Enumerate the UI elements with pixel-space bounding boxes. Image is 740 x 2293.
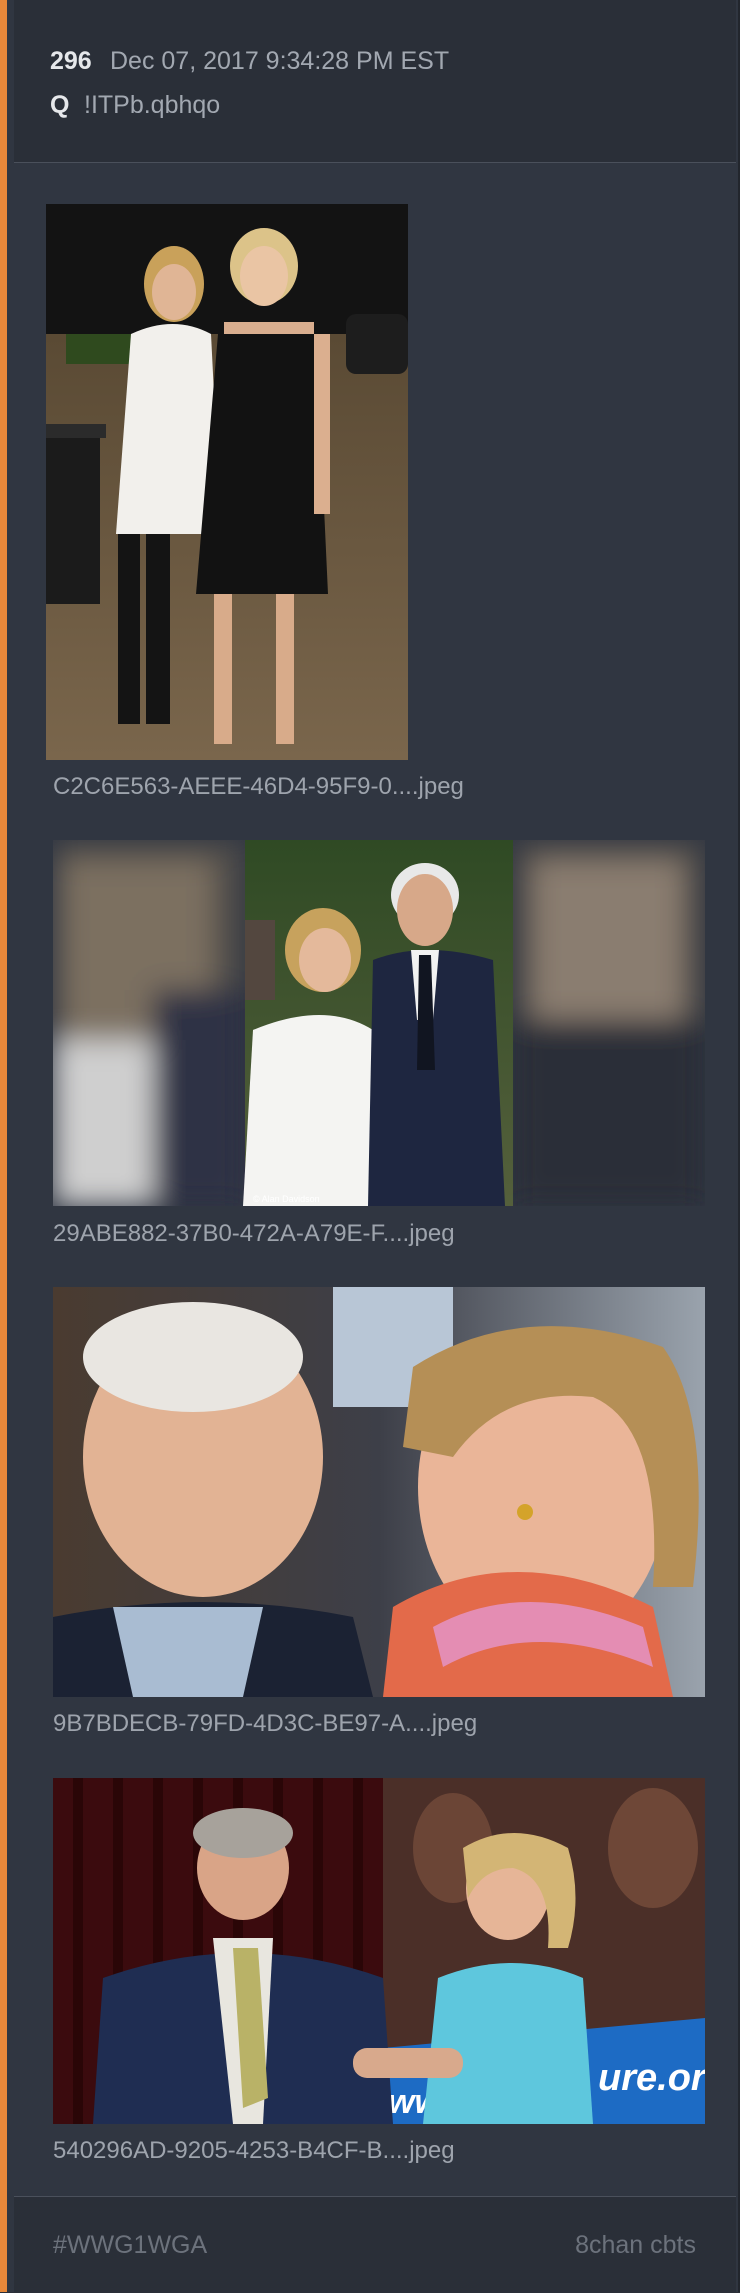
source-label: 8chan cbts <box>575 2231 696 2259</box>
photo-two-women <box>46 204 408 760</box>
photo-couple-blurred-sides: © Alan Davidson <box>53 840 705 1206</box>
post-header: 296 Dec 07, 2017 9:34:28 PM EST Q !ITPb.… <box>14 0 736 163</box>
photo-handshake-banner: ure.org ww <box>53 1778 705 2124</box>
post-card: 296 Dec 07, 2017 9:34:28 PM EST Q !ITPb.… <box>0 0 740 2293</box>
hashtag-label: #WWG1WGA <box>53 2231 208 2259</box>
post-footer: #WWG1WGA 8chan cbts <box>14 2196 736 2293</box>
banner-text: ure.org <box>598 2057 705 2099</box>
attachment-filename-4[interactable]: 540296AD-9205-4253-B4CF-B....jpeg <box>53 2137 455 2165</box>
attachment-filename-1[interactable]: C2C6E563-AEEE-46D4-95F9-0....jpeg <box>53 773 464 801</box>
attachment-image-3[interactable] <box>53 1287 705 1697</box>
attachment-image-2[interactable]: © Alan Davidson <box>53 840 705 1206</box>
post-number[interactable]: 296 <box>50 47 92 76</box>
photo-two-faces-closeup <box>53 1287 705 1697</box>
attachment-image-1[interactable] <box>46 204 408 760</box>
attachment-filename-3[interactable]: 9B7BDECB-79FD-4D3C-BE97-A....jpeg <box>53 1710 477 1738</box>
post-author: Q <box>50 91 70 119</box>
attachment-filename-2[interactable]: 29ABE882-37B0-472A-A79E-F....jpeg <box>53 1220 455 1248</box>
attachment-image-4[interactable]: ure.org ww <box>53 1778 705 2124</box>
photo-credit: © Alan Davidson <box>253 1194 320 1204</box>
post-tripcode: !ITPb.qbhqo <box>84 91 221 119</box>
post-timestamp: Dec 07, 2017 9:34:28 PM EST <box>110 47 450 75</box>
